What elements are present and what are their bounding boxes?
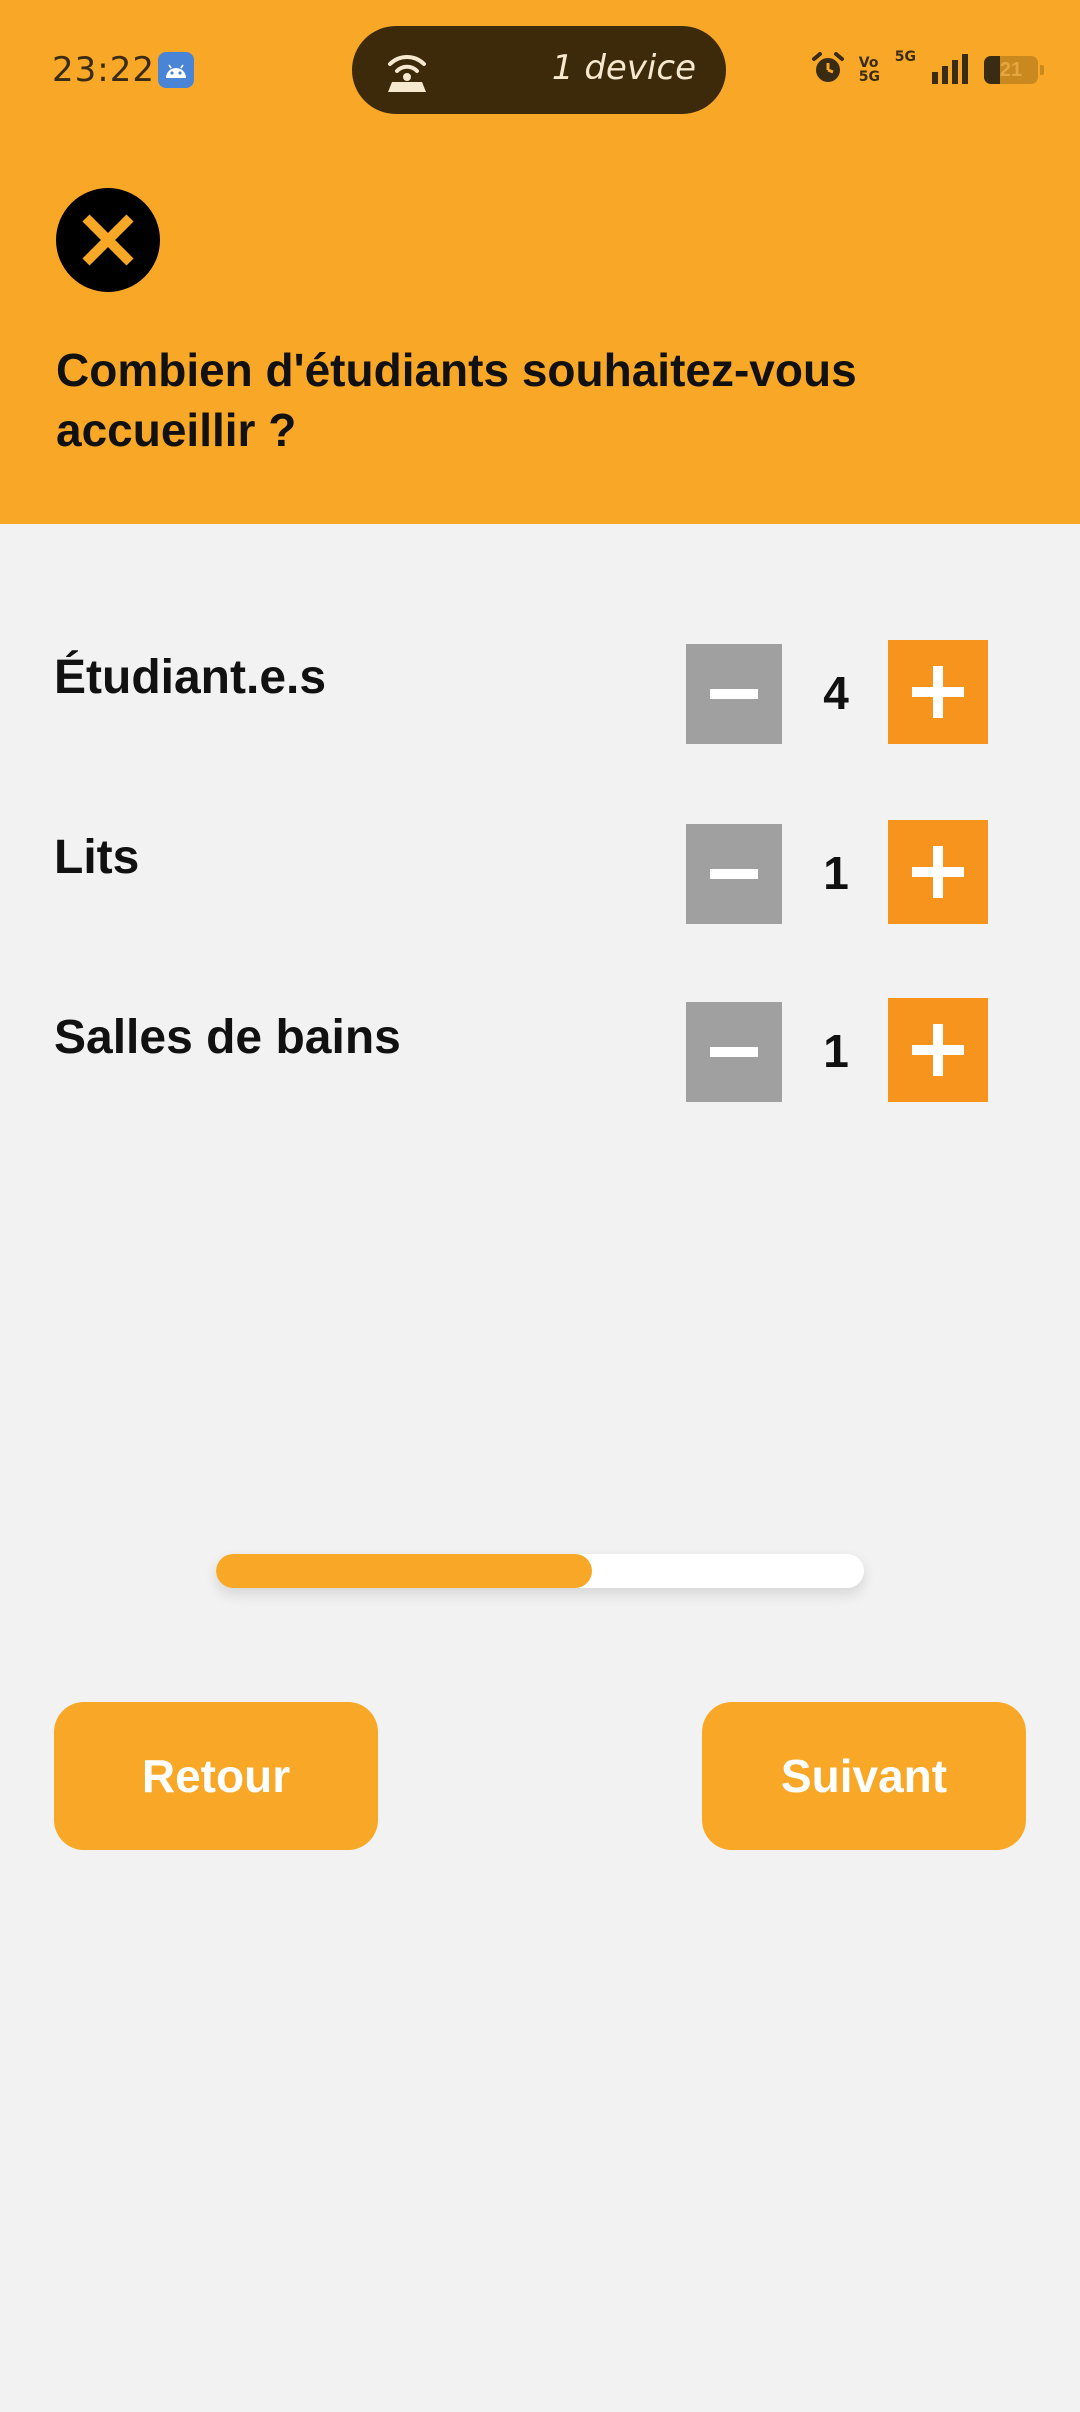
students-count: 4 bbox=[823, 667, 849, 719]
android-icon bbox=[158, 52, 194, 88]
progress-bar bbox=[216, 1554, 864, 1588]
beds-label: Lits bbox=[54, 831, 140, 884]
minus-icon bbox=[710, 689, 758, 699]
signal-icon bbox=[930, 52, 970, 89]
volte-label: Vo 5G bbox=[858, 55, 880, 85]
beds-count: 1 bbox=[823, 847, 849, 899]
battery-level: 21 bbox=[999, 58, 1023, 81]
header: 23:22 1 device Vo 5G 5G 21 Combien d'étu… bbox=[0, 0, 1080, 524]
minus-icon bbox=[710, 869, 758, 879]
plus-icon bbox=[912, 1024, 964, 1076]
minus-icon bbox=[710, 1047, 758, 1057]
bathrooms-label: Salles de bains bbox=[54, 1011, 401, 1064]
students-label: Étudiant.e.s bbox=[54, 651, 327, 704]
beds-increment-button[interactable] bbox=[888, 820, 988, 924]
close-icon bbox=[82, 214, 134, 266]
hotspot-device-count: 1 device bbox=[551, 48, 696, 88]
status-icons: Vo 5G 5G 21 bbox=[811, 49, 1044, 90]
bathrooms-decrement-button[interactable] bbox=[686, 1002, 782, 1102]
bathrooms-count: 1 bbox=[823, 1025, 849, 1077]
close-button[interactable] bbox=[56, 188, 160, 292]
network-label: 5G bbox=[894, 49, 916, 65]
beds-decrement-button[interactable] bbox=[686, 824, 782, 924]
plus-icon bbox=[912, 846, 964, 898]
progress-fill bbox=[216, 1554, 592, 1588]
back-button[interactable]: Retour bbox=[54, 1702, 378, 1850]
next-button[interactable]: Suivant bbox=[702, 1702, 1026, 1850]
hotspot-icon bbox=[382, 46, 432, 94]
bathrooms-increment-button[interactable] bbox=[888, 998, 988, 1102]
hotspot-pill[interactable]: 1 device bbox=[352, 26, 726, 114]
battery-icon: 21 bbox=[984, 56, 1044, 84]
plus-icon bbox=[912, 666, 964, 718]
status-time: 23:22 bbox=[52, 50, 155, 90]
page-title: Combien d'étudiants souhaitez-vous accue… bbox=[56, 344, 857, 456]
alarm-icon bbox=[811, 51, 845, 90]
students-increment-button[interactable] bbox=[888, 640, 988, 744]
students-decrement-button[interactable] bbox=[686, 644, 782, 744]
